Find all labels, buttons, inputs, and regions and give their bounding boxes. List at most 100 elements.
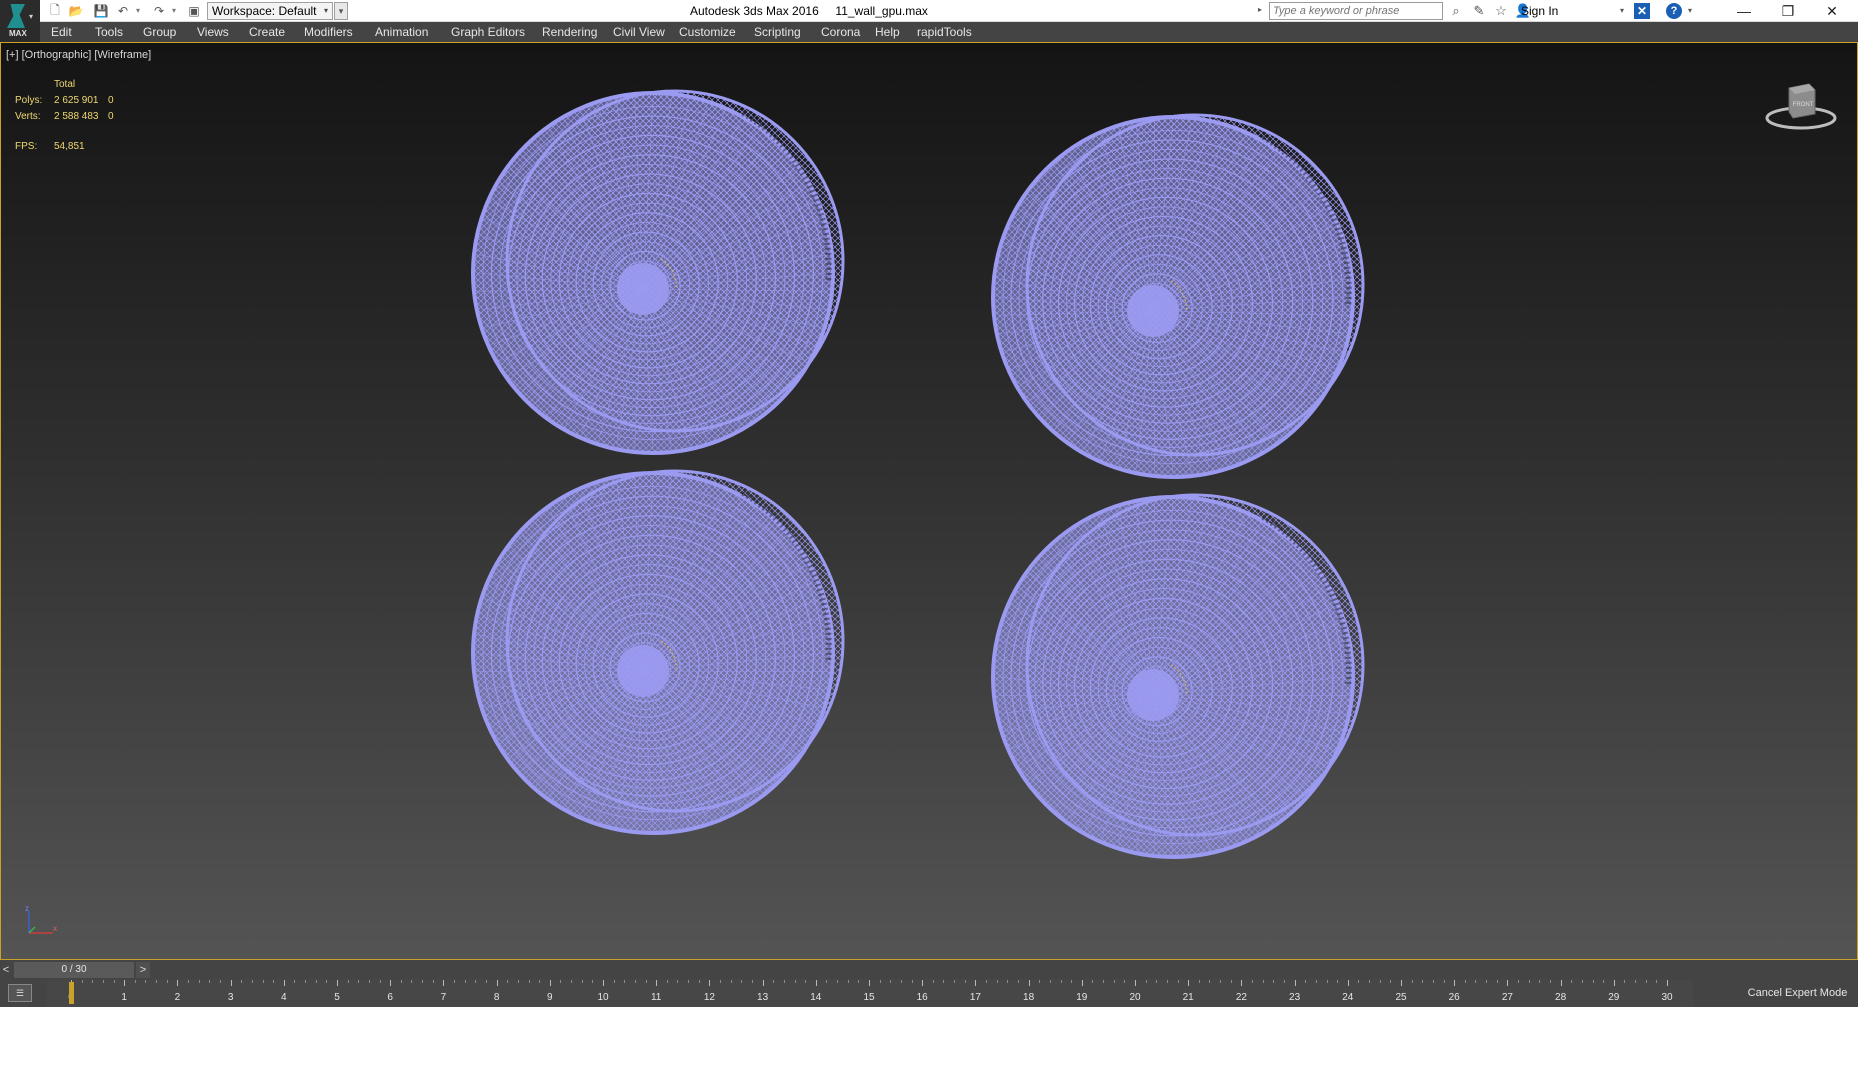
application-menu-button[interactable]: MAX ▾ (0, 0, 40, 42)
track-tick-label: 14 (810, 992, 822, 1003)
search-expand-icon[interactable]: ▸ (1258, 5, 1262, 14)
menu-civil-view[interactable]: Civil View (613, 25, 665, 39)
track-minor-tick (528, 980, 530, 983)
menu-scripting[interactable]: Scripting (754, 25, 801, 39)
title-bar: MAX ▾ 🗋 📂 💾 ↶ ▾ ↷ ▾ ▣ Workspace: Default… (0, 0, 1858, 42)
next-frame-button[interactable]: > (136, 962, 150, 978)
new-file-icon[interactable]: 🗋 (46, 3, 64, 19)
wheel-object-1[interactable] (471, 89, 845, 455)
track-minor-tick (1071, 980, 1073, 983)
track-tick (603, 980, 604, 986)
menu-group[interactable]: Group (143, 25, 176, 39)
track-minor-tick (634, 980, 636, 983)
menu-customize[interactable]: Customize (679, 25, 736, 39)
customize-quick-access-button[interactable]: ▾ (334, 2, 348, 20)
track-tick-label: 17 (969, 992, 981, 1003)
wheel-object-2[interactable] (991, 113, 1365, 479)
track-tick-label: 26 (1448, 992, 1460, 1003)
autodesk-exchange-icon[interactable]: ✕ (1634, 3, 1650, 19)
sign-in-button[interactable]: Sign In (1521, 4, 1558, 18)
time-slider-handle[interactable]: 0 / 30 (14, 962, 134, 978)
track-minor-tick (1198, 980, 1200, 983)
track-minor-tick (113, 980, 115, 983)
track-minor-tick (826, 980, 828, 983)
binoculars-icon[interactable]: ⌕ (1447, 3, 1465, 19)
track-minor-tick (1177, 980, 1179, 983)
redo-icon[interactable]: ↷ (150, 3, 168, 19)
track-minor-tick (1262, 980, 1264, 983)
track-minor-tick (890, 980, 892, 983)
minimize-button[interactable]: — (1722, 0, 1766, 22)
viewport-orthographic[interactable]: [+] [Orthographic] [Wireframe] Total Pol… (0, 42, 1858, 960)
track-minor-tick (209, 980, 211, 983)
current-frame-marker[interactable] (69, 982, 74, 1004)
wheel-object-3[interactable] (471, 469, 845, 835)
menu-rendering[interactable]: Rendering (542, 25, 597, 39)
track-bar-ruler[interactable]: 0123456789101112131415161718192021222324… (47, 980, 1693, 1007)
track-minor-tick (837, 980, 839, 983)
track-minor-tick (1411, 980, 1413, 983)
track-minor-tick (1486, 980, 1488, 983)
menu-views[interactable]: Views (197, 25, 229, 39)
track-minor-tick (198, 980, 200, 983)
track-minor-tick (1209, 980, 1211, 983)
menu-graph-editors[interactable]: Graph Editors (451, 25, 525, 39)
save-file-icon[interactable]: 💾 (92, 3, 110, 19)
menu-animation[interactable]: Animation (375, 25, 428, 39)
track-minor-tick (1422, 980, 1424, 983)
open-file-icon[interactable]: 📂 (67, 3, 85, 19)
menu-bar: Edit Tools Group Views Create Modifiers … (40, 22, 1858, 42)
track-tick (815, 980, 817, 986)
menu-tools[interactable]: Tools (95, 25, 123, 39)
track-tick-label: 3 (227, 992, 234, 1003)
track-tick (1188, 980, 1190, 986)
undo-icon[interactable]: ↶ (114, 3, 132, 19)
viewcube-front-label[interactable]: FRONT (1793, 102, 1814, 108)
chevron-down-icon[interactable]: ▾ (1620, 6, 1624, 15)
track-tick-label: 29 (1608, 992, 1620, 1003)
track-minor-tick (624, 980, 626, 983)
track-minor-tick (1358, 980, 1360, 983)
window-title: Autodesk 3ds Max 2016 11_wall_gpu.max (690, 4, 928, 18)
menu-edit[interactable]: Edit (51, 25, 72, 39)
menu-help[interactable]: Help (875, 25, 900, 39)
menu-modifiers[interactable]: Modifiers (304, 25, 353, 39)
track-tick (1560, 980, 1562, 986)
wheel-object-4[interactable] (991, 493, 1365, 859)
undo-dropdown-icon[interactable]: ▾ (136, 4, 144, 18)
menu-corona[interactable]: Corona (821, 25, 860, 39)
redo-dropdown-icon[interactable]: ▾ (172, 4, 180, 18)
track-minor-tick (1464, 980, 1466, 983)
track-tick-label: 28 (1555, 992, 1567, 1003)
workspace-dropdown[interactable]: Workspace: Default ▾ (207, 2, 333, 20)
track-minor-tick (475, 980, 477, 983)
menu-rapidtools[interactable]: rapidTools (917, 25, 972, 39)
track-minor-tick (145, 980, 147, 983)
track-minor-tick (188, 980, 190, 983)
restore-button[interactable]: ❐ (1766, 0, 1810, 22)
track-minor-tick (1124, 980, 1126, 983)
set-project-folder-icon[interactable]: ▣ (185, 3, 203, 19)
track-minor-tick (900, 980, 902, 983)
axis-tripod-icon: z x (25, 904, 57, 934)
open-mini-curve-editor-button[interactable]: ☰ (8, 984, 32, 1002)
axis-z-label: z (25, 904, 29, 913)
track-minor-tick (847, 980, 849, 983)
track-tick-label: 12 (703, 992, 715, 1003)
track-minor-tick (1432, 980, 1434, 983)
chevron-down-icon[interactable]: ▾ (1688, 6, 1692, 15)
help-icon[interactable]: ? (1666, 3, 1682, 19)
cancel-expert-mode-button[interactable]: Cancel Expert Mode (1737, 980, 1858, 1007)
previous-frame-button[interactable]: < (0, 962, 12, 978)
close-button[interactable]: ✕ (1810, 0, 1854, 22)
wireframe-scene[interactable] (1, 43, 1857, 959)
favorites-star-icon[interactable]: ☆ (1492, 3, 1510, 19)
track-minor-tick (677, 980, 679, 983)
menu-create[interactable]: Create (249, 25, 285, 39)
search-input[interactable] (1269, 2, 1443, 20)
viewcube[interactable]: FRONT (1763, 78, 1839, 134)
communication-center-icon[interactable]: ✎ (1470, 3, 1488, 19)
track-minor-tick (92, 980, 94, 983)
track-minor-tick (1007, 980, 1009, 983)
track-minor-tick (560, 980, 562, 983)
